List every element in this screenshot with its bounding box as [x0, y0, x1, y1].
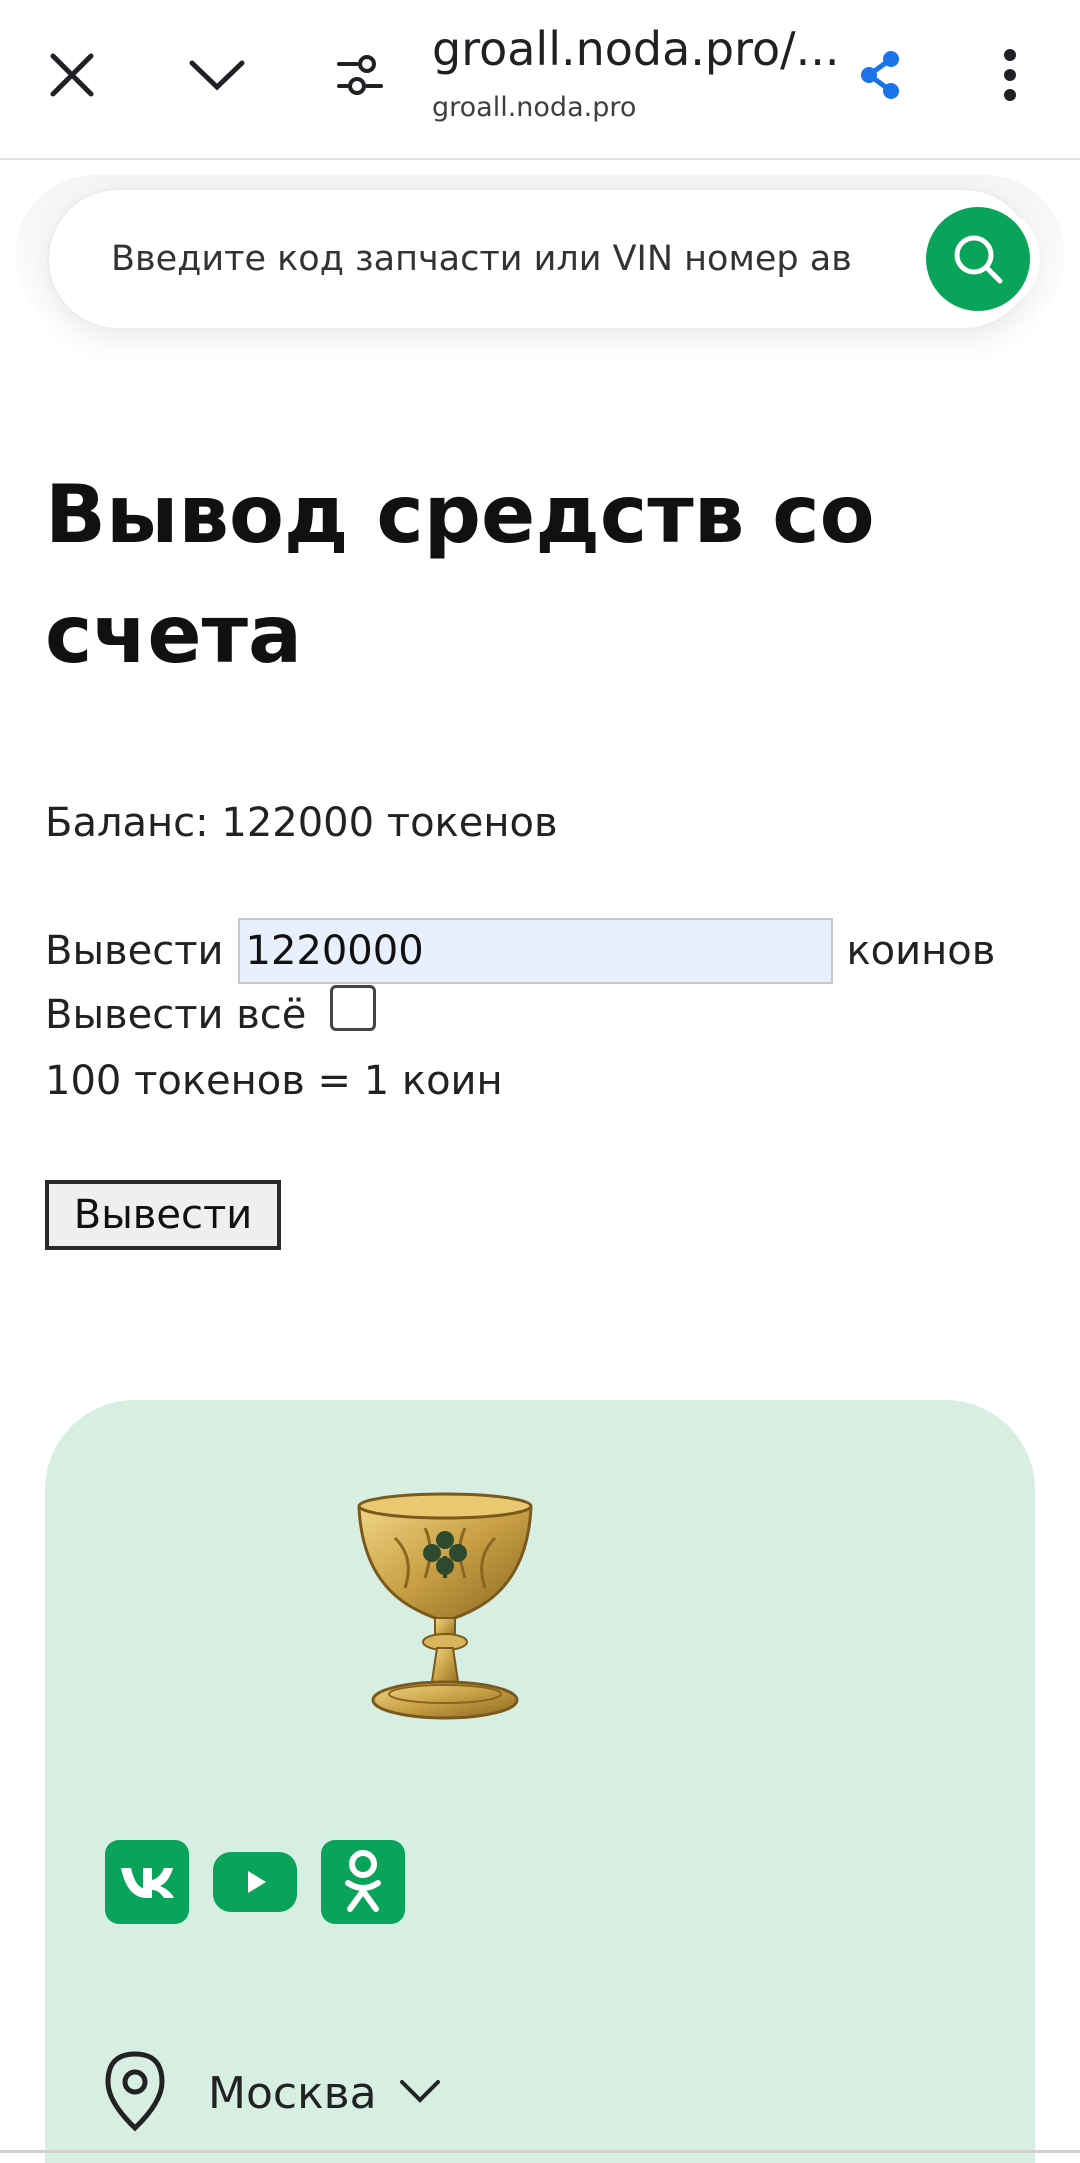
chevron-down-icon — [399, 2078, 441, 2108]
withdraw-submit-button[interactable]: Вывести — [45, 1180, 281, 1250]
youtube-icon[interactable] — [213, 1852, 297, 1912]
close-icon[interactable] — [37, 40, 107, 110]
url-title[interactable]: groall.noda.pro/... — [432, 22, 840, 76]
search-icon[interactable] — [926, 207, 1030, 311]
search-bar — [47, 188, 1040, 330]
footer-card: Москва — [45, 1400, 1035, 2163]
chevron-down-icon[interactable] — [182, 40, 252, 110]
search-input[interactable] — [111, 226, 921, 292]
exchange-rate-text: 100 токенов = 1 коин — [45, 1058, 503, 1104]
url-domain[interactable]: groall.noda.pro — [432, 92, 636, 123]
city-selector[interactable]: Москва — [102, 2050, 441, 2136]
browser-toolbar: groall.noda.pro/... groall.noda.pro — [0, 0, 1080, 160]
city-label: Москва — [208, 2067, 377, 2119]
location-pin-icon — [102, 2050, 168, 2136]
search-button[interactable] — [916, 206, 1040, 312]
withdraw-all-checkbox[interactable] — [330, 985, 377, 1031]
more-vert-icon[interactable] — [975, 40, 1045, 110]
withdraw-all-label: Вывести всё — [45, 992, 307, 1038]
vk-icon[interactable] — [105, 1840, 189, 1924]
withdraw-unit: коинов — [846, 928, 996, 974]
tune-icon[interactable] — [325, 40, 395, 110]
social-links — [105, 1840, 405, 1924]
amount-input[interactable] — [237, 918, 833, 984]
share-icon[interactable] — [845, 40, 915, 110]
withdraw-label: Вывести — [45, 928, 224, 974]
withdraw-all-row: Вывести всё — [45, 985, 377, 1038]
odnoklassniki-icon[interactable] — [321, 1840, 405, 1924]
grail-chalice-logo[interactable] — [355, 1488, 535, 1727]
balance-text: Баланс: 122000 токенов — [45, 800, 558, 846]
bottom-divider — [0, 2150, 1080, 2153]
withdraw-row: Вывести коинов — [45, 918, 995, 984]
page-title: Вывод средств со счета — [45, 468, 875, 681]
